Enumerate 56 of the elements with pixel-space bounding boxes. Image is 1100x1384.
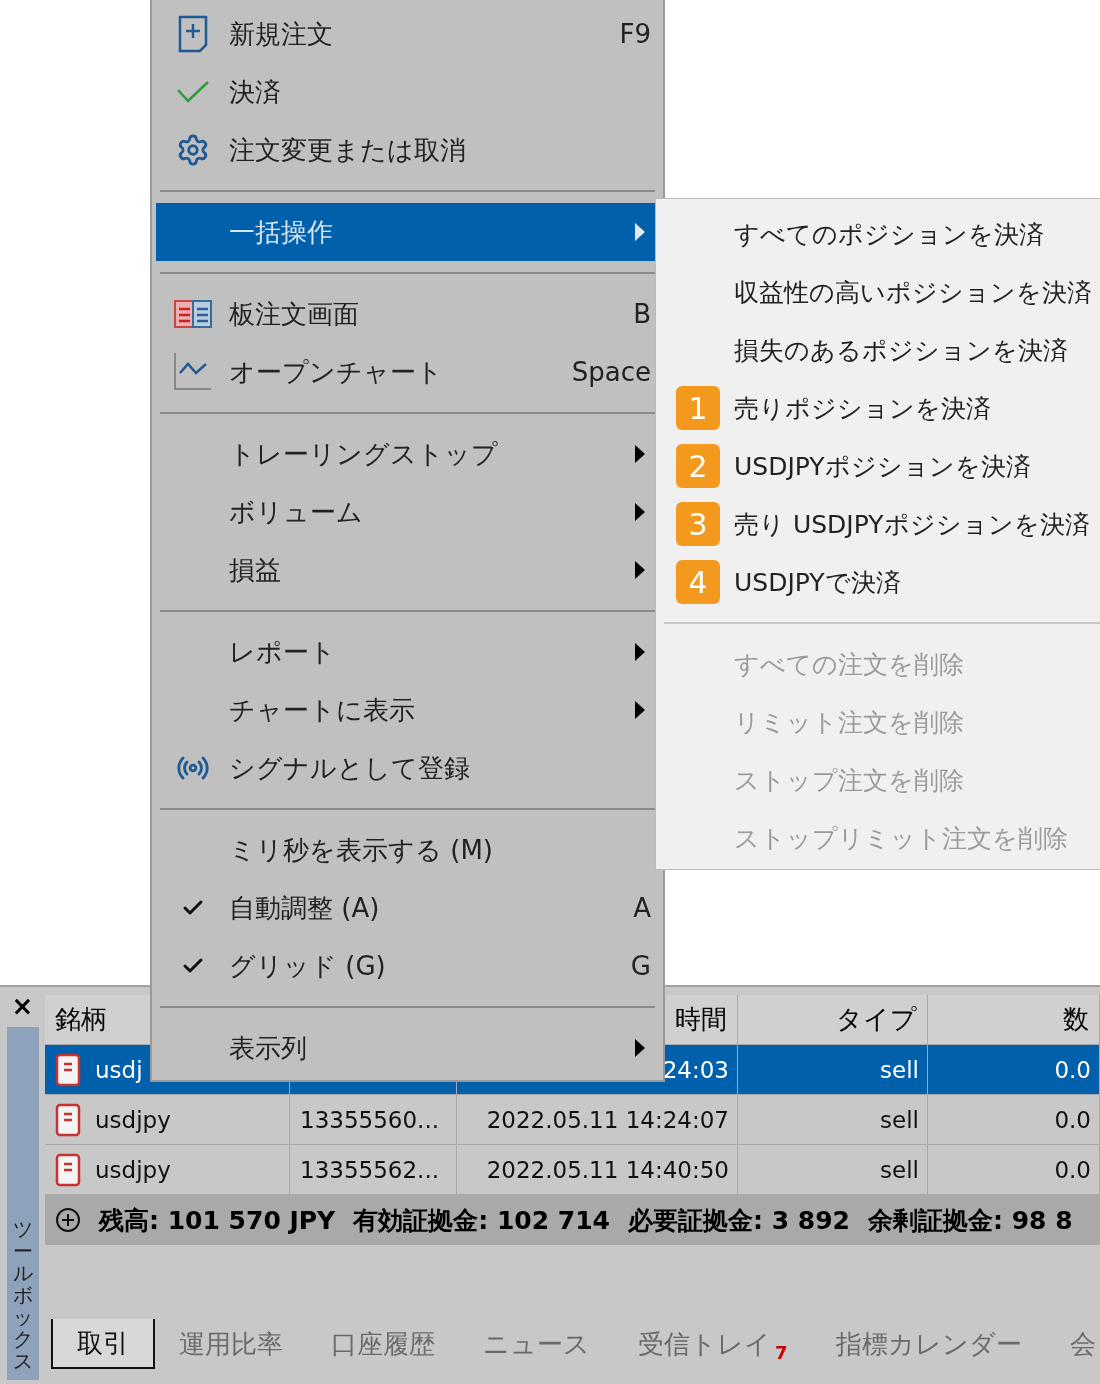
- table-cell: 2022.05.11 14:24:07: [457, 1095, 738, 1145]
- summary-text: 残高: 101 570 JPY: [99, 1204, 336, 1237]
- summary-text: 余剰証拠金: 98 8: [868, 1204, 1073, 1237]
- document-plus-icon: [176, 15, 209, 53]
- submenu-item[interactable]: すべてのポジションを決済: [656, 205, 1100, 263]
- menu-item[interactable]: 板注文画面 B: [156, 285, 659, 343]
- document-icon: [55, 1152, 81, 1187]
- submenu-item[interactable]: 4 USDJPYで決済: [656, 553, 1100, 611]
- symbol-text: usdjpy: [95, 1106, 171, 1133]
- line-chart-icon: [172, 353, 213, 391]
- menu-item[interactable]: 新規注文 F9: [156, 5, 659, 63]
- toolbox-sidebar[interactable]: ツールボックス: [6, 1027, 39, 1380]
- submenu-item[interactable]: 1 売りポジションを決済: [656, 379, 1100, 437]
- submenu-item[interactable]: 損失のあるポジションを決済: [656, 321, 1100, 379]
- menu-item[interactable]: ボリューム: [156, 483, 659, 541]
- menu-item[interactable]: 自動調整 (A) A: [156, 879, 659, 937]
- symbol-text: usdjpy: [95, 1156, 171, 1183]
- table-cell: 0.0: [928, 1095, 1100, 1145]
- menu-item[interactable]: オープンチャート Space: [156, 343, 659, 401]
- menu-item[interactable]: ミリ秒を表示する (M): [156, 821, 659, 879]
- table-cell: 13355562...: [290, 1145, 457, 1195]
- table-cell: 0.0: [928, 1145, 1100, 1195]
- table-cell: sell: [738, 1045, 928, 1095]
- document-icon: [55, 1052, 81, 1087]
- table-cell: sell: [738, 1145, 928, 1195]
- menu-item[interactable]: トレーリングストップ: [156, 425, 659, 483]
- table-cell: sell: [738, 1095, 928, 1145]
- toolbox-title: ツールボックス: [12, 1218, 33, 1372]
- table-cell: 13355560...: [290, 1095, 457, 1145]
- number-badge: 3: [676, 502, 720, 546]
- menu-item[interactable]: 損益: [156, 541, 659, 599]
- number-badge: 4: [676, 560, 720, 604]
- column-header[interactable]: タイプ: [738, 995, 928, 1045]
- submenu-item[interactable]: 収益性の高いポジションを決済: [656, 263, 1100, 321]
- expand-icon[interactable]: [55, 1207, 81, 1233]
- menu-item[interactable]: レポート: [156, 623, 659, 681]
- document-icon: [55, 1102, 81, 1137]
- symbol-text: usdj: [95, 1056, 143, 1083]
- menu-item[interactable]: 決済: [156, 63, 659, 121]
- check-icon: [175, 80, 210, 104]
- menu-item[interactable]: チャートに表示: [156, 681, 659, 739]
- submenu-item[interactable]: 2 USDJPYポジションを決済: [656, 437, 1100, 495]
- number-badge: 1: [676, 386, 720, 430]
- menu-item[interactable]: グリッド (G) G: [156, 937, 659, 995]
- submenu-item[interactable]: 3 売り USDJPYポジションを決済: [656, 495, 1100, 553]
- menu-item[interactable]: シグナルとして登録: [156, 739, 659, 797]
- tab[interactable]: 取引: [51, 1319, 155, 1369]
- summary-text: 有効証拠金: 102 714: [353, 1204, 610, 1237]
- number-badge: 2: [676, 444, 720, 488]
- table-cell: 0.0: [928, 1045, 1100, 1095]
- close-button[interactable]: ×: [11, 993, 34, 1019]
- column-header[interactable]: 数: [928, 995, 1100, 1045]
- menu-item[interactable]: 注文変更または取消: [156, 121, 659, 179]
- summary-text: 必要証拠金: 3 892: [628, 1204, 850, 1237]
- order-book-icon: [173, 300, 212, 328]
- table-cell: 2022.05.11 14:40:50: [457, 1145, 738, 1195]
